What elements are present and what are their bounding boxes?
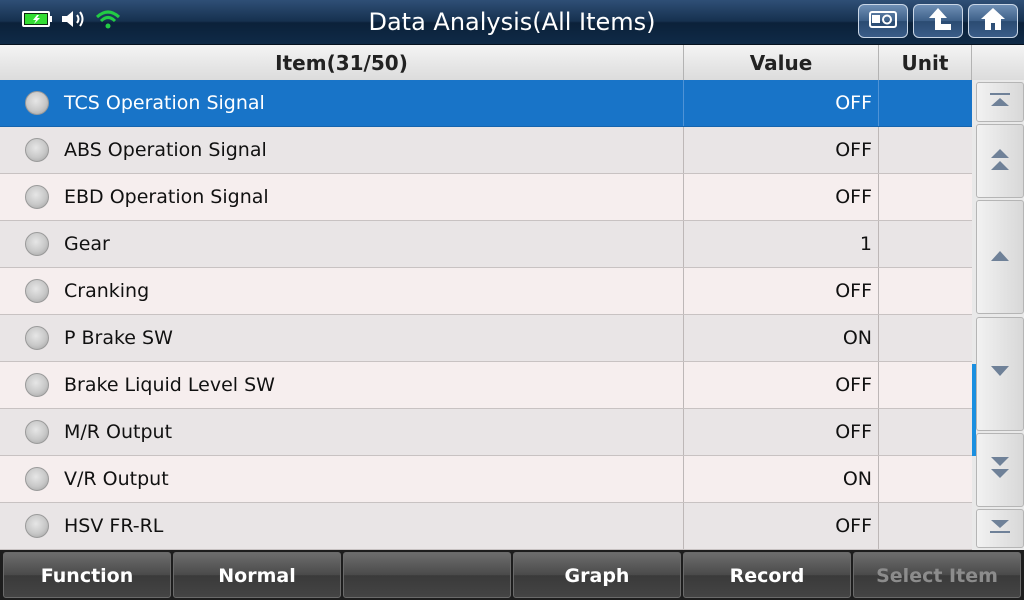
unit-cell: [879, 456, 972, 502]
radio-button[interactable]: [25, 138, 49, 162]
item-label: HSV FR-RL: [64, 515, 164, 537]
scroll-top-icon: [988, 92, 1012, 113]
item-cell: ABS Operation Signal: [0, 127, 684, 173]
screenshot-button[interactable]: [858, 4, 908, 38]
value-cell: OFF: [684, 80, 879, 126]
table-row[interactable]: Gear 1: [0, 221, 972, 268]
item-label: ABS Operation Signal: [64, 139, 267, 161]
item-cell: P Brake SW: [0, 315, 684, 361]
table-row[interactable]: P Brake SW ON: [0, 315, 972, 362]
graph-button[interactable]: Graph: [513, 552, 681, 598]
up-arrow-icon: [988, 247, 1012, 268]
empty-button[interactable]: [343, 552, 511, 598]
double-down-icon: [988, 455, 1012, 486]
radio-button[interactable]: [25, 185, 49, 209]
item-label: P Brake SW: [64, 327, 173, 349]
table-row[interactable]: Cranking OFF: [0, 268, 972, 315]
value-cell: OFF: [684, 503, 879, 549]
table-row[interactable]: M/R Output OFF: [0, 409, 972, 456]
unit-cell: [879, 174, 972, 220]
column-header-spacer: [972, 45, 1024, 80]
record-button[interactable]: Record: [683, 552, 851, 598]
scroll-bottom-icon: [988, 518, 1012, 539]
item-label: M/R Output: [64, 421, 173, 443]
home-button[interactable]: [968, 4, 1018, 38]
unit-cell: [879, 80, 972, 126]
item-cell: V/R Output: [0, 456, 684, 502]
unit-cell: [879, 409, 972, 455]
value-cell: OFF: [684, 268, 879, 314]
table-header: Item(31/50) Value Unit: [0, 45, 1024, 81]
function-button[interactable]: Function: [3, 552, 171, 598]
radio-button[interactable]: [25, 232, 49, 256]
item-label: Gear: [64, 233, 110, 255]
item-label: V/R Output: [64, 468, 169, 490]
item-cell: EBD Operation Signal: [0, 174, 684, 220]
back-arrow-icon: [923, 6, 953, 37]
unit-cell: [879, 268, 972, 314]
scroll-to-top-button[interactable]: [976, 82, 1024, 122]
value-cell: OFF: [684, 127, 879, 173]
unit-cell: [879, 127, 972, 173]
select-item-button[interactable]: Select Item: [853, 552, 1021, 598]
back-button[interactable]: [913, 4, 963, 38]
radio-button[interactable]: [25, 326, 49, 350]
table-row[interactable]: HSV FR-RL OFF: [0, 503, 972, 550]
scroll-up-button[interactable]: [976, 200, 1024, 314]
table-row[interactable]: V/R Output ON: [0, 456, 972, 503]
bottom-toolbar: Function Normal Graph Record Select Item: [0, 550, 1024, 600]
camera-icon: [868, 8, 898, 35]
double-up-icon: [988, 146, 1012, 177]
radio-button[interactable]: [25, 279, 49, 303]
page-down-button[interactable]: [976, 433, 1024, 507]
item-label: Brake Liquid Level SW: [64, 374, 275, 396]
radio-button[interactable]: [25, 467, 49, 491]
value-cell: ON: [684, 456, 879, 502]
home-icon: [979, 6, 1007, 37]
scroll-down-button[interactable]: [976, 317, 1024, 431]
item-cell: HSV FR-RL: [0, 503, 684, 549]
value-cell: 1: [684, 221, 879, 267]
radio-button[interactable]: [25, 91, 49, 115]
value-cell: ON: [684, 315, 879, 361]
data-table: TCS Operation Signal OFF ABS Operation S…: [0, 80, 972, 550]
item-cell: Gear: [0, 221, 684, 267]
item-cell: Brake Liquid Level SW: [0, 362, 684, 408]
table-row[interactable]: TCS Operation Signal OFF: [0, 80, 972, 127]
column-header-item: Item(31/50): [0, 45, 684, 80]
unit-cell: [879, 503, 972, 549]
table-row[interactable]: EBD Operation Signal OFF: [0, 174, 972, 221]
value-cell: OFF: [684, 409, 879, 455]
unit-cell: [879, 221, 972, 267]
page-up-button[interactable]: [976, 124, 1024, 198]
table-row[interactable]: Brake Liquid Level SW OFF: [0, 362, 972, 409]
value-cell: OFF: [684, 362, 879, 408]
column-header-value: Value: [684, 45, 879, 80]
item-cell: Cranking: [0, 268, 684, 314]
radio-button[interactable]: [25, 373, 49, 397]
value-cell: OFF: [684, 174, 879, 220]
title-bar: Data Analysis(All Items): [0, 0, 1024, 45]
unit-cell: [879, 362, 972, 408]
item-label: Cranking: [64, 280, 150, 302]
radio-button[interactable]: [25, 514, 49, 538]
down-arrow-icon: [988, 364, 1012, 385]
unit-cell: [879, 315, 972, 361]
scrollbar[interactable]: [972, 80, 1024, 550]
item-cell: M/R Output: [0, 409, 684, 455]
column-header-unit: Unit: [879, 45, 972, 80]
item-label: TCS Operation Signal: [64, 92, 265, 114]
table-row[interactable]: ABS Operation Signal OFF: [0, 127, 972, 174]
normal-button[interactable]: Normal: [173, 552, 341, 598]
item-label: EBD Operation Signal: [64, 186, 269, 208]
radio-button[interactable]: [25, 420, 49, 444]
scroll-to-bottom-button[interactable]: [976, 509, 1024, 548]
item-cell: TCS Operation Signal: [0, 80, 684, 126]
